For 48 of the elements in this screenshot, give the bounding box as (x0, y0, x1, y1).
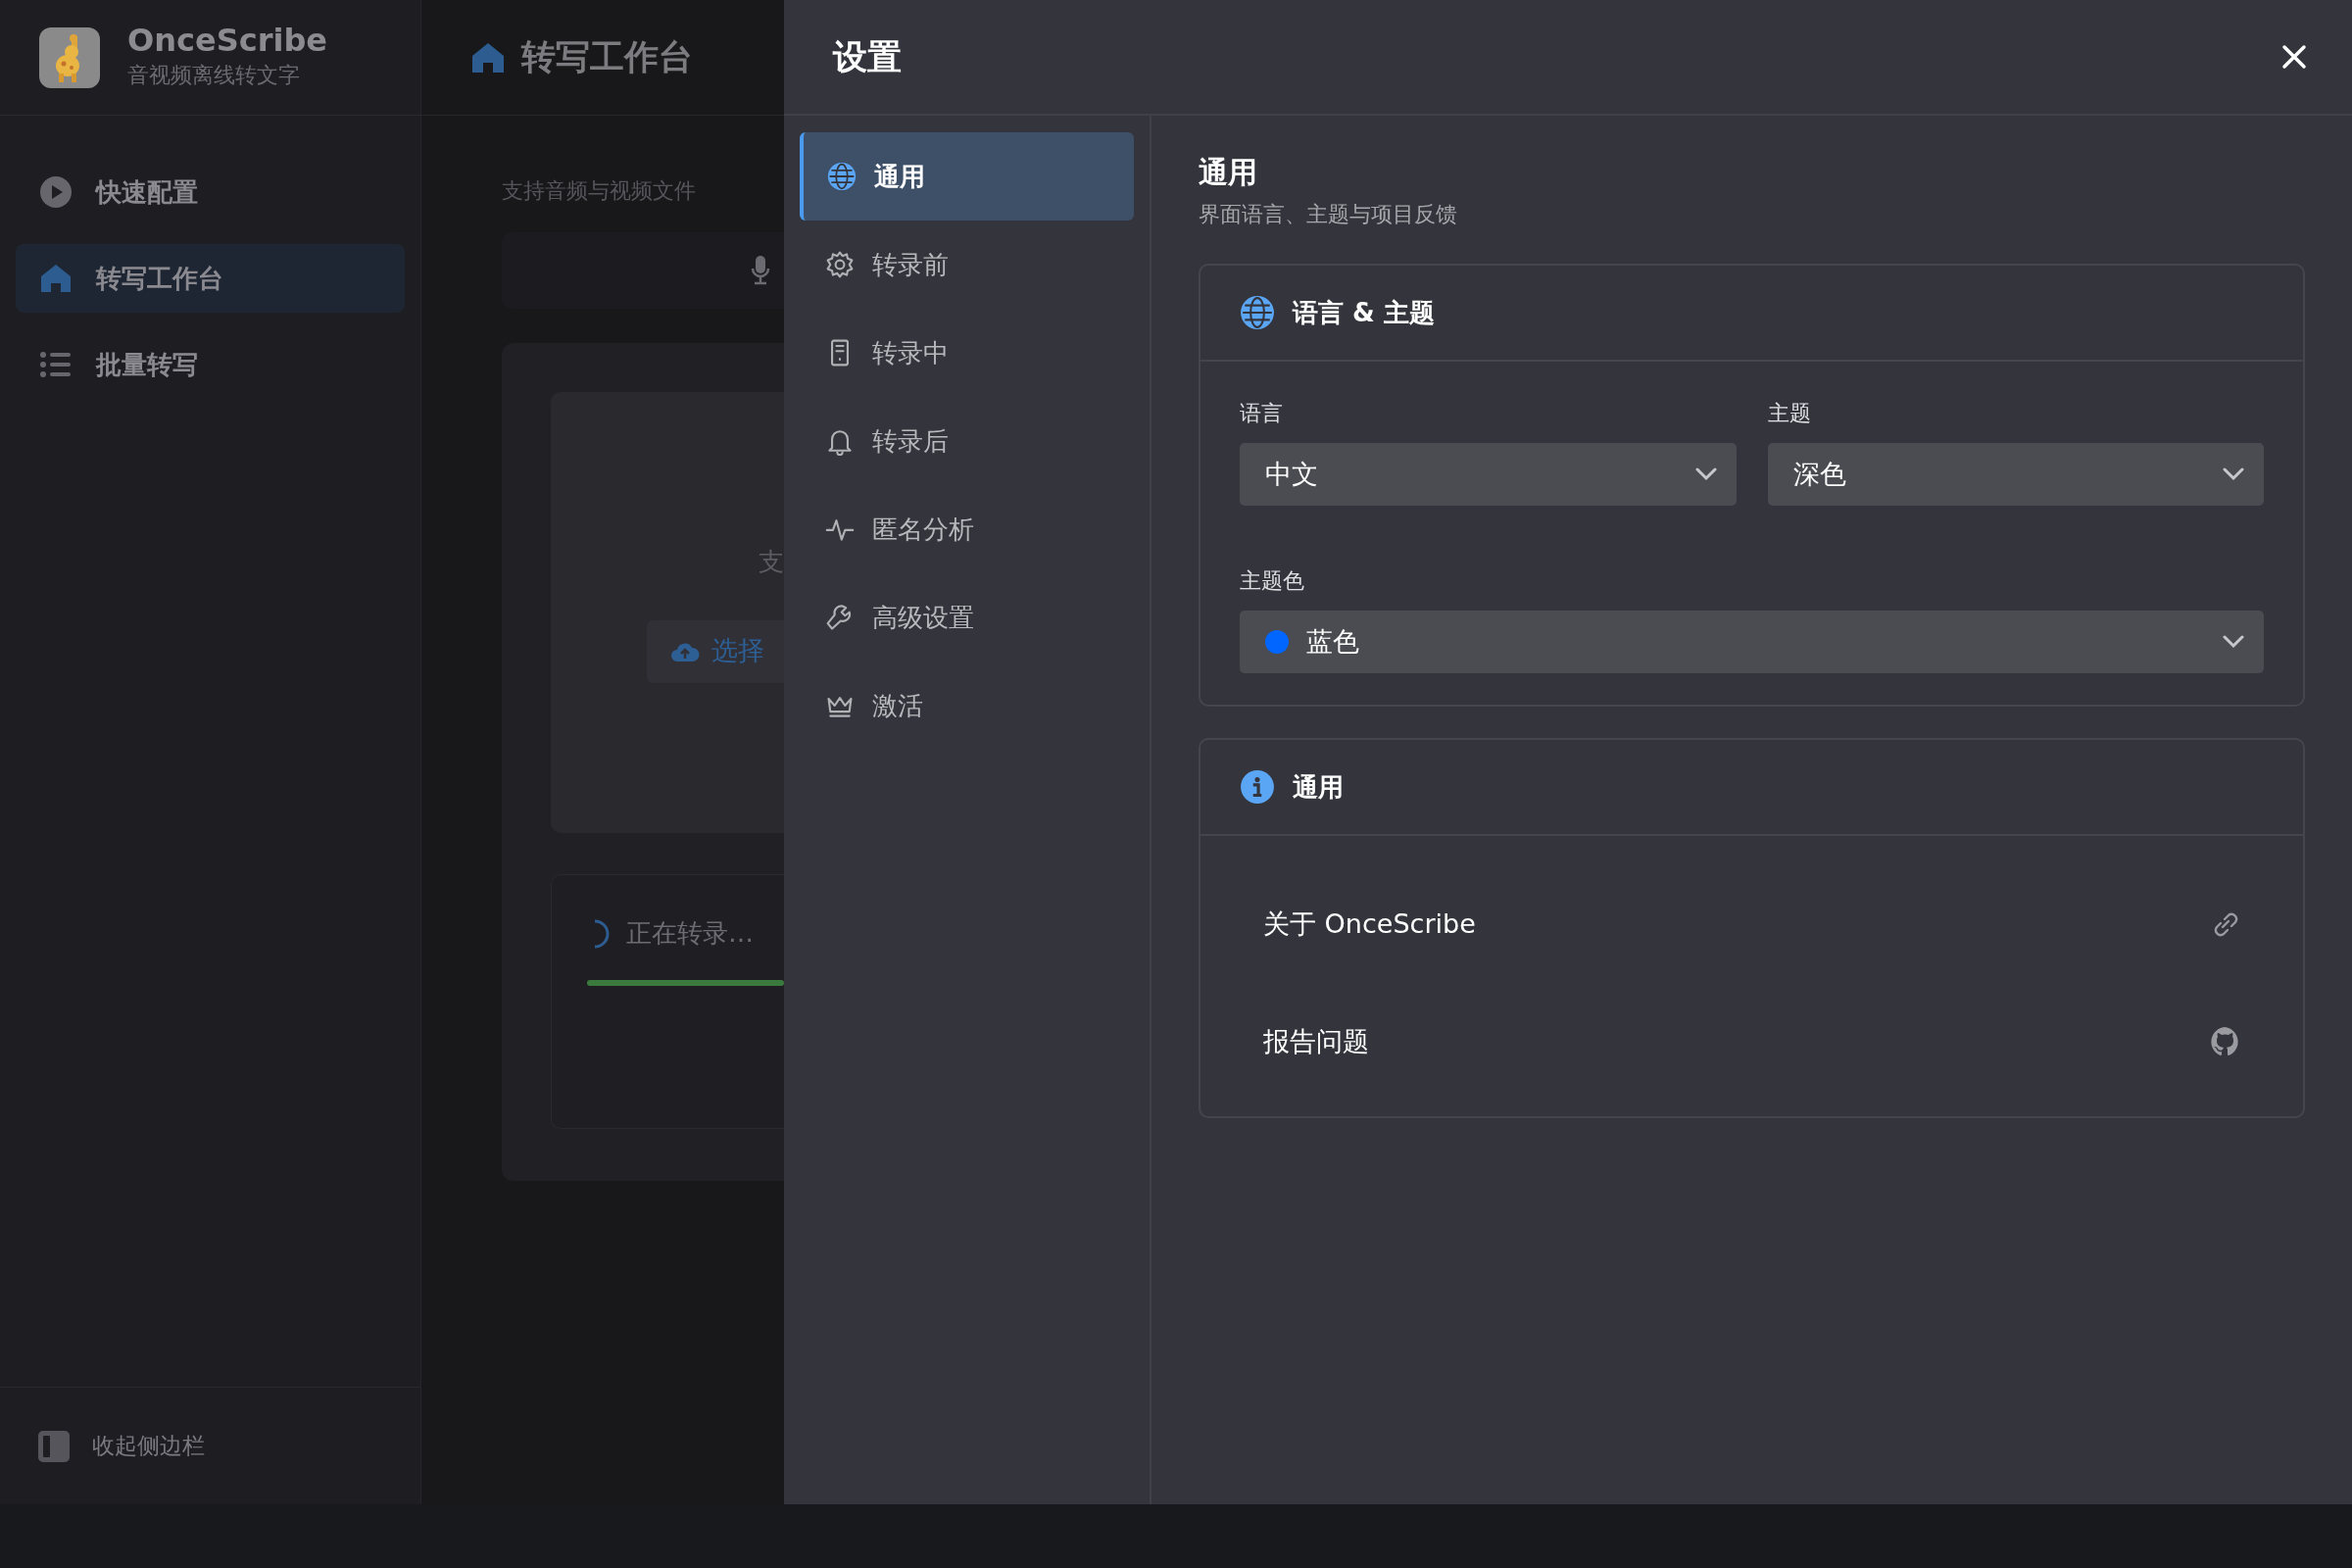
chevron-down-icon (2223, 635, 2244, 649)
play-icon (39, 175, 73, 209)
link-row[interactable]: 报告问题 (1240, 983, 2264, 1101)
link-row-label: 报告问题 (1263, 1024, 1369, 1058)
settings-icon (825, 250, 855, 279)
settings-nav-tab[interactable]: 转录前 (800, 220, 1134, 309)
link-row[interactable]: 关于 OnceScribe (1240, 865, 2264, 983)
field-label: 语言 (1240, 400, 1284, 427)
card-title: 语言 & 主题 (1293, 296, 1435, 329)
upload-hint: 支持音频与视频文件 (502, 177, 697, 205)
settings-nav-tab[interactable]: 转录后 (800, 397, 1134, 485)
settings-nav-tab[interactable]: 激活 (800, 662, 1134, 750)
chevron-down-icon (1694, 467, 1717, 481)
microphone-icon[interactable] (751, 255, 770, 286)
settings-nav-tab[interactable]: 通用 (800, 132, 1134, 220)
settings-title: 设置 (833, 35, 902, 78)
sidebar-item-label: 快速配置 (96, 175, 198, 209)
app-tagline: 音视频离线转文字 (127, 61, 301, 89)
info-icon (1240, 769, 1275, 805)
sidebar-item[interactable]: 快速配置 (16, 158, 405, 226)
sidebar-item-label: 批量转写 (96, 348, 198, 381)
sidebar-item[interactable]: 批量转写 (16, 330, 405, 399)
sidebar-item[interactable]: 转写工作台 (16, 244, 405, 313)
select-field[interactable]: 蓝色 (1240, 611, 2264, 673)
globe-icon (1240, 295, 1275, 330)
chevron-down-icon (2223, 467, 2244, 481)
select-field[interactable]: 深色 (1767, 443, 2264, 506)
input-field[interactable] (502, 232, 784, 309)
app-name: OnceScribe (127, 24, 328, 59)
card-title: 通用 (1293, 770, 1344, 804)
settings-nav-tab[interactable]: 转录中 (800, 309, 1134, 397)
progress-label: 正在转录… (626, 917, 754, 950)
section-subtitle: 界面语言、主题与项目反馈 (1199, 201, 1458, 228)
section-title: 通用 (1199, 154, 1258, 191)
settings-nav-tab[interactable]: 高级设置 (800, 573, 1134, 662)
settings-nav-tab[interactable]: 匿名分析 (800, 485, 1134, 573)
sidebar-item-label: 转写工作台 (96, 262, 223, 295)
select-field[interactable]: 中文 (1240, 443, 1737, 506)
sidebar-toggle-icon[interactable] (37, 1429, 71, 1463)
field-label: 主题色 (1240, 567, 1305, 595)
globe-icon (827, 162, 857, 191)
link-row-label: 关于 OnceScribe (1263, 906, 1476, 941)
collapse-sidebar-label[interactable]: 收起侧边栏 (92, 1429, 205, 1463)
home-icon (470, 40, 506, 74)
home-icon (39, 262, 73, 295)
giraffe-logo-icon (39, 26, 100, 88)
page-title: 转写工作台 (521, 36, 693, 79)
field-label: 主题 (1767, 400, 1812, 427)
